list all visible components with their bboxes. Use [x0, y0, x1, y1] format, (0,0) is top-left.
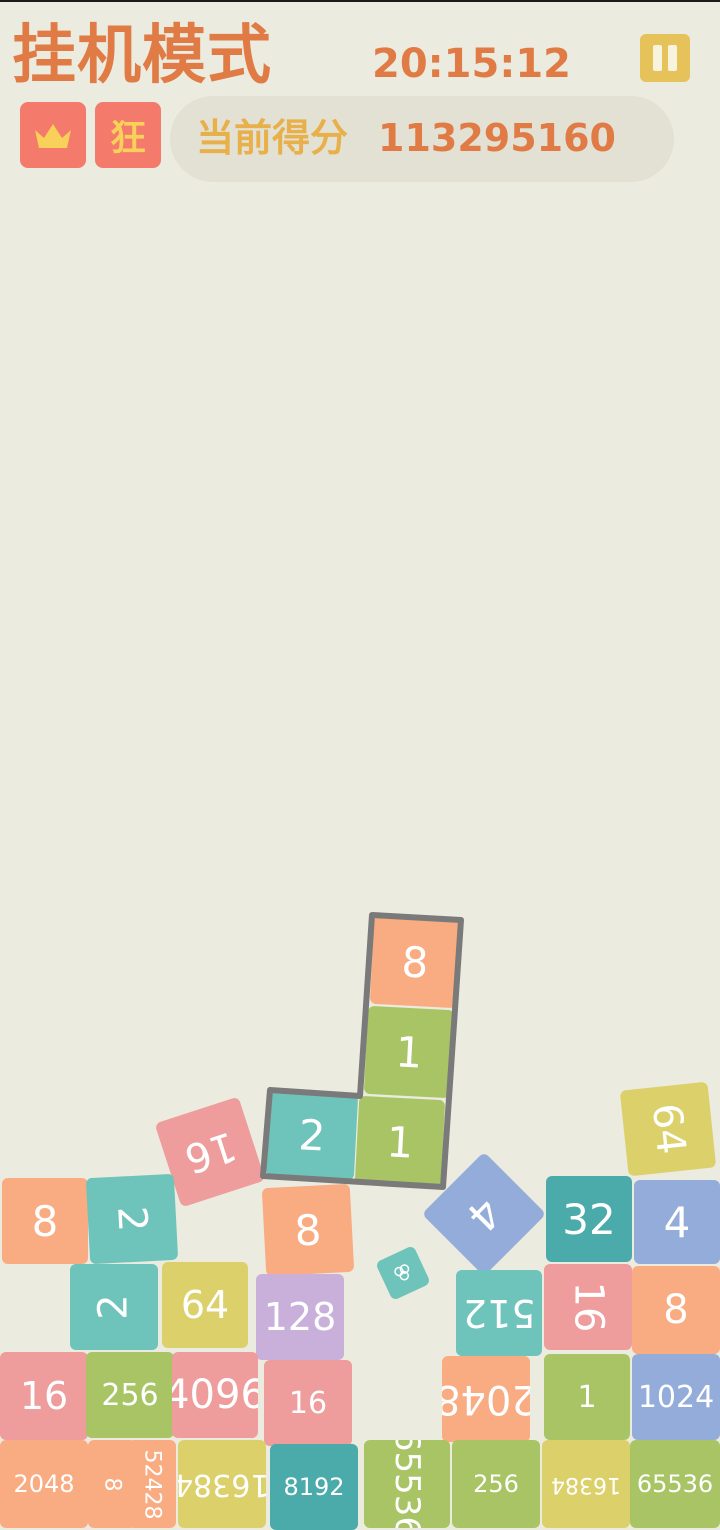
active-piece-outline: [260, 912, 464, 1190]
